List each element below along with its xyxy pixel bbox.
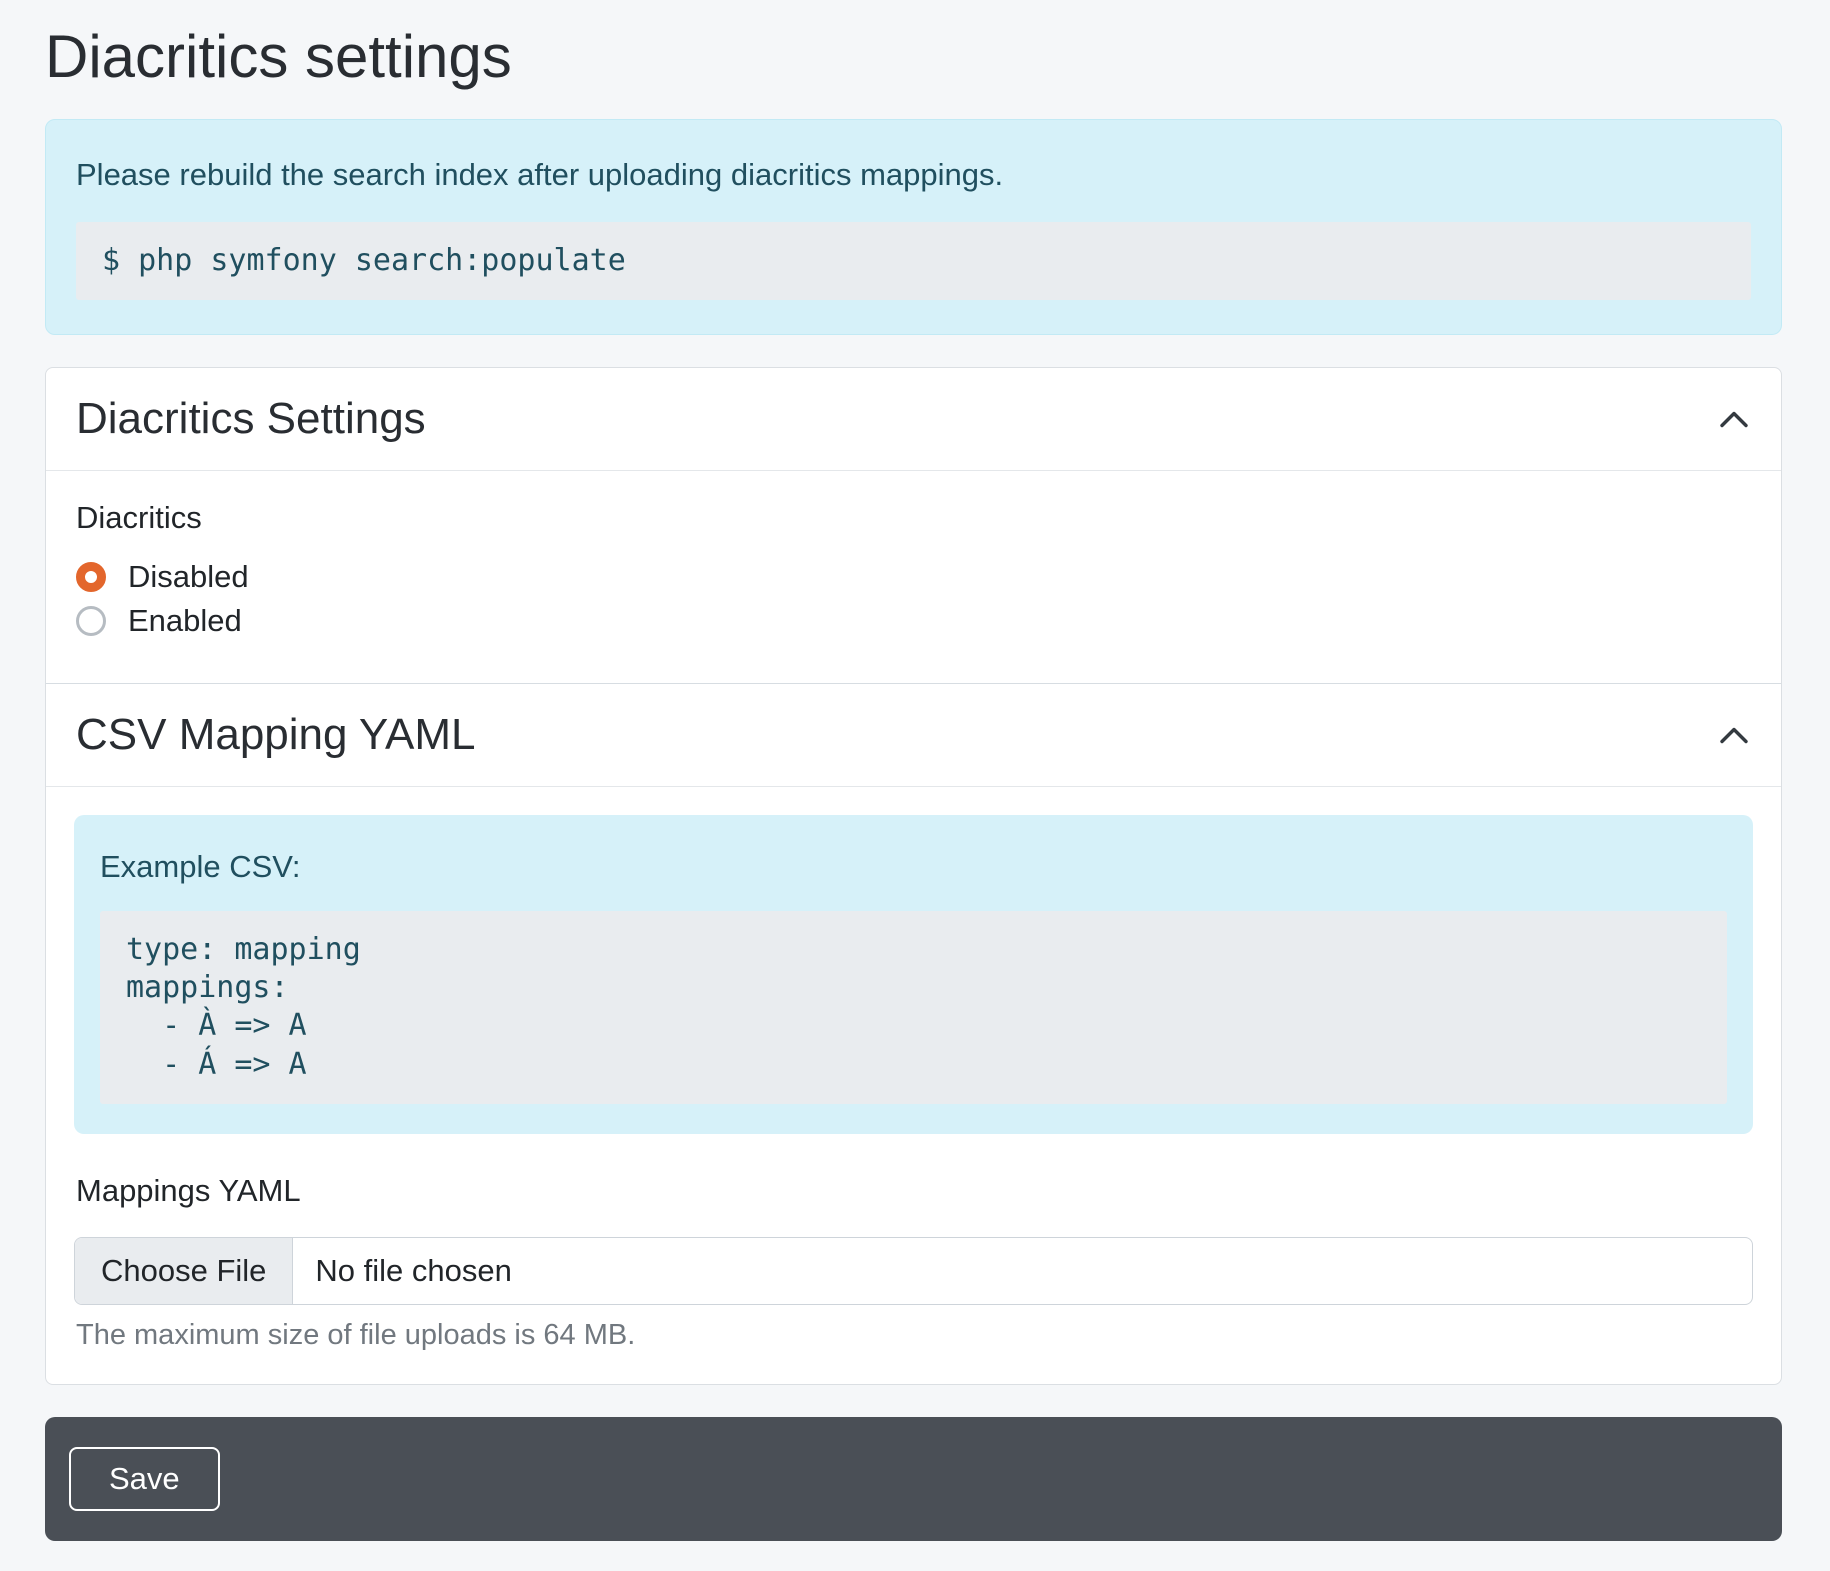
save-button[interactable]: Save <box>69 1447 220 1511</box>
diacritics-field-label: Diacritics <box>76 499 1751 536</box>
chevron-up-icon[interactable] <box>1719 726 1749 744</box>
radio-option-enabled[interactable]: Enabled <box>76 599 1751 643</box>
radio-enabled-label[interactable]: Enabled <box>128 603 242 639</box>
section-body-diacritics: Diacritics Disabled Enabled <box>46 470 1781 682</box>
radio-disabled-label[interactable]: Disabled <box>128 559 249 595</box>
example-yaml-code: type: mapping mappings: - À => A - Á => … <box>100 911 1727 1103</box>
mappings-yaml-file-input[interactable]: Choose File No file chosen <box>74 1237 1753 1305</box>
radio-enabled-input[interactable] <box>76 606 106 636</box>
chevron-up-icon[interactable] <box>1719 410 1749 428</box>
radio-option-disabled[interactable]: Disabled <box>76 555 1751 599</box>
max-upload-size-note: The maximum size of file uploads is 64 M… <box>76 1319 1753 1352</box>
section-body-csv-mapping: Example CSV: type: mapping mappings: - À… <box>46 786 1781 1384</box>
rebuild-index-message: Please rebuild the search index after up… <box>76 154 1751 196</box>
rebuild-index-alert: Please rebuild the search index after up… <box>45 119 1782 335</box>
example-csv-label: Example CSV: <box>100 849 1727 885</box>
page-title: Diacritics settings <box>45 22 1782 91</box>
diacritics-settings-page: Diacritics settings Please rebuild the s… <box>45 22 1782 1541</box>
settings-card: Diacritics Settings Diacritics Disabled … <box>45 367 1782 1385</box>
section-header-csv-mapping-yaml[interactable]: CSV Mapping YAML <box>46 683 1781 787</box>
search-populate-command: $ php symfony search:populate <box>76 222 1751 300</box>
section-header-diacritics-settings[interactable]: Diacritics Settings <box>46 368 1781 471</box>
file-chosen-status: No file chosen <box>293 1238 511 1304</box>
example-csv-box: Example CSV: type: mapping mappings: - À… <box>74 815 1753 1133</box>
form-actions-bar: Save <box>45 1417 1782 1541</box>
section-title-csv-mapping-yaml: CSV Mapping YAML <box>76 710 475 761</box>
choose-file-button[interactable]: Choose File <box>75 1238 293 1304</box>
section-title-diacritics-settings: Diacritics Settings <box>76 394 426 445</box>
radio-disabled-input[interactable] <box>76 562 106 592</box>
mappings-yaml-field-label: Mappings YAML <box>76 1172 1753 1209</box>
